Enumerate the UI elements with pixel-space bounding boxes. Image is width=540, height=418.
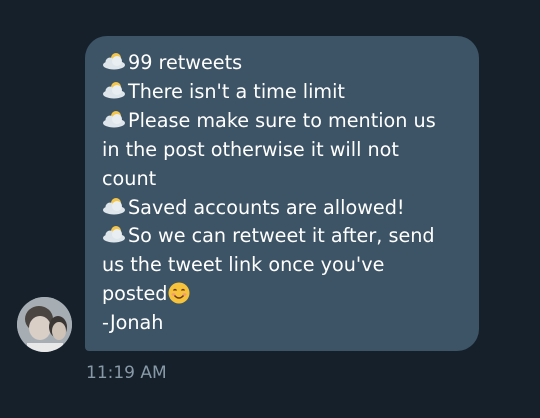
message-text: Please make sure to mention us (128, 108, 436, 132)
message-timestamp: 11:19 AM (86, 363, 167, 383)
message-line: So we can retweet it after, send (102, 222, 465, 251)
message-line: in the post otherwise it will not (102, 137, 399, 161)
message-line: count (102, 166, 157, 190)
message-line: posted (102, 280, 465, 309)
message-line: us the tweet link once you've (102, 253, 385, 277)
message-bubble[interactable]: 99 retweets There isn't a time limit Ple… (85, 36, 479, 351)
message-line: There isn't a time limit (102, 78, 465, 107)
sun-behind-cloud-icon (103, 226, 125, 243)
message-line: -Jonah (102, 311, 164, 335)
message-line: 99 retweets (102, 49, 465, 78)
message-line: Please make sure to mention us (102, 107, 465, 136)
avatar-photo-icon (17, 297, 72, 352)
sun-behind-cloud-icon (103, 81, 125, 99)
message-text: So we can retweet it after, send (128, 224, 435, 248)
dm-conversation: 99 retweets There isn't a time limit Ple… (0, 0, 540, 418)
message-text: There isn't a time limit (128, 79, 345, 103)
avatar[interactable] (17, 297, 72, 352)
message-text: 99 retweets (128, 51, 243, 74)
message-text: posted (102, 282, 168, 306)
sun-behind-cloud-icon (103, 53, 125, 70)
sun-behind-cloud-icon (103, 197, 125, 215)
sun-behind-cloud-icon (103, 110, 125, 128)
smiling-face-icon (168, 282, 190, 304)
message-text: Saved accounts are allowed! (128, 195, 405, 219)
message-line: Saved accounts are allowed! (102, 194, 465, 223)
